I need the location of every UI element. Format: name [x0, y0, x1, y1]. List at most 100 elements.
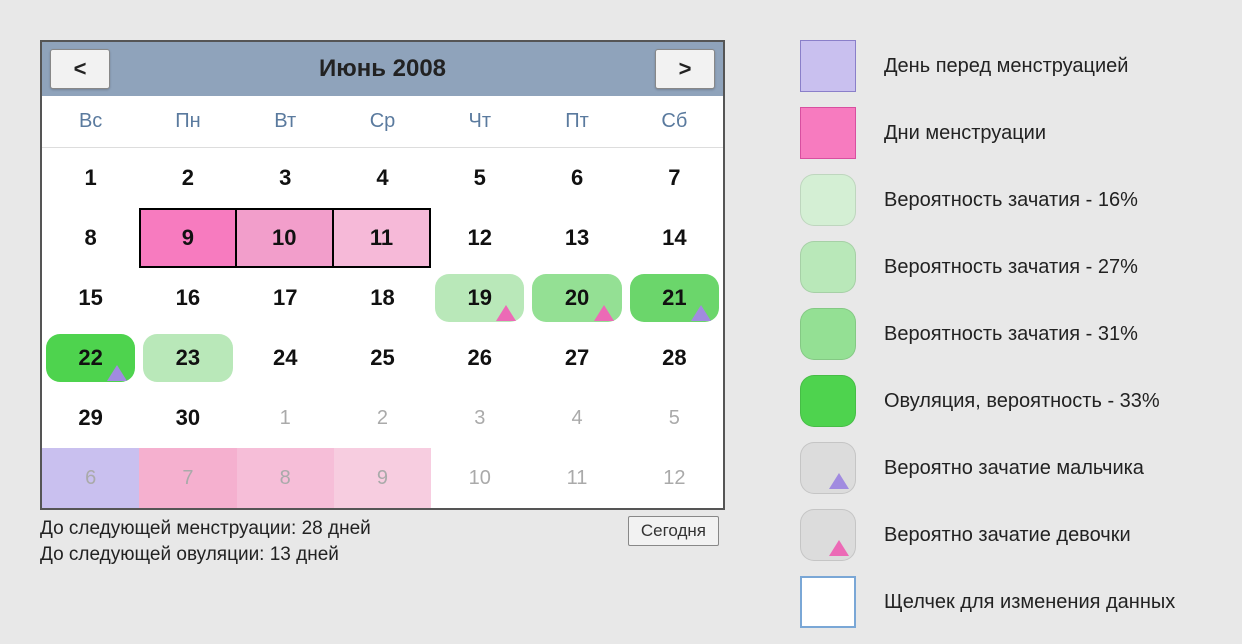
- day-cell[interactable]: 14: [626, 208, 723, 268]
- day-number: 7: [668, 165, 680, 191]
- day-number: 22: [78, 345, 102, 371]
- day-number: 14: [662, 225, 686, 251]
- day-cell[interactable]: 23: [139, 328, 236, 388]
- day-cell[interactable]: 7: [139, 448, 236, 508]
- day-number: 15: [78, 285, 102, 311]
- calendar-header: < Июнь 2008 >: [42, 42, 723, 96]
- day-number: 5: [474, 165, 486, 191]
- prev-month-button[interactable]: <: [50, 49, 110, 89]
- swatch-conception-27: [800, 241, 856, 293]
- status-next-period: До следующей менструации: 28 дней: [40, 518, 725, 540]
- day-number: 2: [182, 165, 194, 191]
- day-cell[interactable]: 21: [626, 268, 723, 328]
- day-number: 11: [370, 225, 393, 251]
- day-number: 8: [280, 467, 291, 490]
- days-grid: 1234567891011121314151617181920212223242…: [42, 148, 723, 508]
- day-number: 1: [280, 407, 291, 430]
- calendar: < Июнь 2008 > Вс Пн Вт Ср Чт Пт Сб 12345…: [40, 40, 725, 510]
- day-number: 27: [565, 345, 589, 371]
- day-cell[interactable]: 1: [42, 148, 139, 208]
- day-number: 9: [182, 225, 194, 251]
- day-number: 18: [370, 285, 394, 311]
- weekday-label: Вс: [42, 96, 139, 147]
- day-cell[interactable]: 11: [334, 208, 431, 268]
- day-cell[interactable]: 28: [626, 328, 723, 388]
- day-number: 25: [370, 345, 394, 371]
- swatch-boy: [800, 442, 856, 494]
- legend: День перед менструацией Дни менструации …: [800, 40, 1220, 643]
- day-number: 10: [469, 467, 491, 490]
- next-month-button[interactable]: >: [655, 49, 715, 89]
- day-cell[interactable]: 1: [237, 388, 334, 448]
- day-number: 26: [468, 345, 492, 371]
- triangle-boy-icon: [107, 365, 127, 381]
- day-number: 2: [377, 407, 388, 430]
- day-cell[interactable]: 13: [528, 208, 625, 268]
- swatch-click-edit: [800, 576, 856, 628]
- day-number: 29: [78, 405, 102, 431]
- day-cell[interactable]: 17: [237, 268, 334, 328]
- day-cell[interactable]: 8: [237, 448, 334, 508]
- day-cell[interactable]: 6: [528, 148, 625, 208]
- day-number: 4: [376, 165, 388, 191]
- day-cell[interactable]: 27: [528, 328, 625, 388]
- day-number: 28: [662, 345, 686, 371]
- day-cell[interactable]: 18: [334, 268, 431, 328]
- day-number: 17: [273, 285, 297, 311]
- day-cell[interactable]: 12: [431, 208, 528, 268]
- legend-item-conception-31: Вероятность зачатия - 31%: [800, 308, 1220, 360]
- day-cell[interactable]: 25: [334, 328, 431, 388]
- day-cell[interactable]: 5: [626, 388, 723, 448]
- day-cell[interactable]: 29: [42, 388, 139, 448]
- triangle-boy-icon: [829, 473, 849, 489]
- swatch-period: [800, 107, 856, 159]
- status-next-ovulation: До следующей овуляции: 13 дней: [40, 544, 725, 566]
- day-cell[interactable]: 9: [334, 448, 431, 508]
- day-cell[interactable]: 22: [42, 328, 139, 388]
- day-cell[interactable]: 24: [237, 328, 334, 388]
- day-number: 6: [85, 467, 96, 490]
- weekday-label: Вт: [237, 96, 334, 147]
- day-number: 30: [176, 405, 200, 431]
- day-cell[interactable]: 2: [139, 148, 236, 208]
- day-cell[interactable]: 4: [334, 148, 431, 208]
- day-number: 16: [176, 285, 200, 311]
- day-number: 12: [663, 467, 685, 490]
- day-cell[interactable]: 7: [626, 148, 723, 208]
- day-cell[interactable]: 5: [431, 148, 528, 208]
- day-number: 5: [669, 407, 680, 430]
- status-area: До следующей менструации: 28 дней До сле…: [40, 518, 725, 566]
- day-number: 7: [182, 467, 193, 490]
- day-cell[interactable]: 12: [626, 448, 723, 508]
- day-cell[interactable]: 4: [528, 388, 625, 448]
- weekday-label: Ср: [334, 96, 431, 147]
- day-number: 11: [567, 467, 588, 490]
- legend-item-conception-16: Вероятность зачатия - 16%: [800, 174, 1220, 226]
- day-cell[interactable]: 3: [431, 388, 528, 448]
- day-number: 1: [85, 165, 97, 191]
- day-cell[interactable]: 10: [237, 208, 334, 268]
- day-cell[interactable]: 30: [139, 388, 236, 448]
- day-cell[interactable]: 3: [237, 148, 334, 208]
- swatch-girl: [800, 509, 856, 561]
- triangle-boy-icon: [691, 305, 711, 321]
- day-cell[interactable]: 6: [42, 448, 139, 508]
- day-number: 4: [572, 407, 583, 430]
- day-cell[interactable]: 26: [431, 328, 528, 388]
- day-cell[interactable]: 19: [431, 268, 528, 328]
- swatch-ovulation: [800, 375, 856, 427]
- legend-item-pre-period: День перед менструацией: [800, 40, 1220, 92]
- today-button[interactable]: Сегодня: [628, 516, 719, 546]
- day-cell[interactable]: 20: [528, 268, 625, 328]
- day-number: 21: [662, 285, 686, 311]
- day-number: 13: [565, 225, 589, 251]
- day-cell[interactable]: 16: [139, 268, 236, 328]
- weekday-label: Чт: [431, 96, 528, 147]
- swatch-conception-16: [800, 174, 856, 226]
- day-cell[interactable]: 10: [431, 448, 528, 508]
- day-cell[interactable]: 15: [42, 268, 139, 328]
- day-cell[interactable]: 2: [334, 388, 431, 448]
- day-cell[interactable]: 11: [528, 448, 625, 508]
- day-cell[interactable]: 8: [42, 208, 139, 268]
- day-cell[interactable]: 9: [139, 208, 236, 268]
